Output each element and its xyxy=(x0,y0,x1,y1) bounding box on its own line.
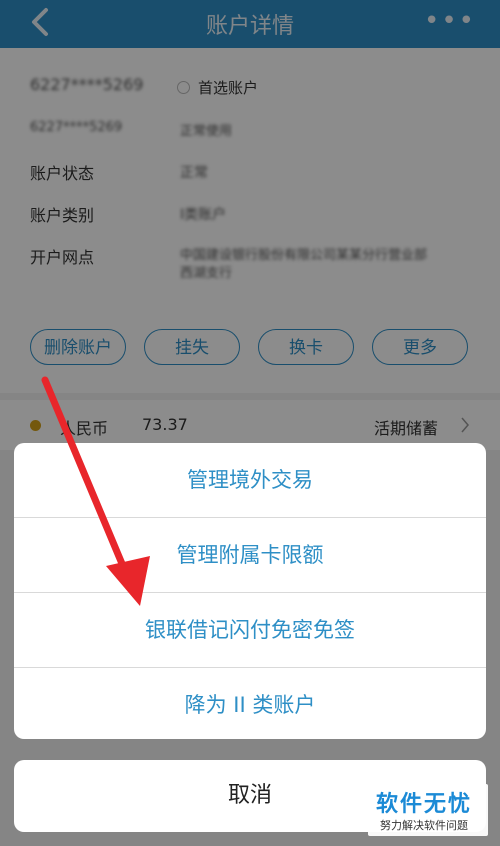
manage-overseas-transactions-option[interactable]: 管理境外交易 xyxy=(14,443,486,518)
watermark-subtitle: 努力解决软件问题 xyxy=(380,819,468,832)
action-sheet: 管理境外交易 管理附属卡限额 银联借记闪付免密免签 降为 II 类账户 xyxy=(14,443,486,739)
downgrade-account-option[interactable]: 降为 II 类账户 xyxy=(14,668,486,739)
watermark-title: 软件无忧 xyxy=(376,792,473,817)
unionpay-quickpass-option[interactable]: 银联借记闪付免密免签 xyxy=(14,593,486,668)
site-watermark: 软件无忧 努力解决软件问题 xyxy=(368,784,488,836)
manage-secondary-card-limit-option[interactable]: 管理附属卡限额 xyxy=(14,518,486,593)
